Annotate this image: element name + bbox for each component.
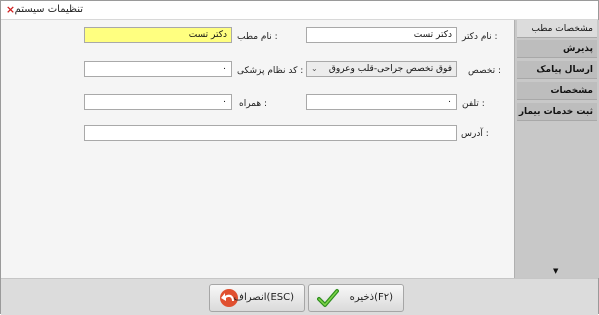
save-button[interactable]: ذخیره(F۲) <box>308 284 404 312</box>
checkmark-icon <box>317 289 339 307</box>
form-area: نام دکتر : دکتر تست نام مطب : دکتر تست ت… <box>1 20 514 278</box>
doctor-name-field[interactable]: دکتر تست <box>306 27 457 43</box>
phone-field[interactable]: ۰ <box>306 94 457 110</box>
specialty-select[interactable]: ⌄ فوق تخصص جراحی-قلب وعروق <box>306 61 457 77</box>
save-button-label: ذخیره(F۲) <box>349 292 393 303</box>
settings-sidebar: مشخصات مطب پذیرش ارسال پیامک مشخصات بیما… <box>514 20 599 278</box>
sidebar-item-reception[interactable]: پذیرش <box>517 40 597 58</box>
title-bar: × تنظیمات سیستم <box>1 1 598 20</box>
medical-code-field[interactable]: ۰ <box>84 61 232 77</box>
sidebar-item-clinic-info[interactable]: مشخصات مطب <box>517 20 597 38</box>
mobile-field[interactable]: ۰ <box>84 94 232 110</box>
chevron-down-icon: ⌄ <box>311 64 318 73</box>
specialty-value: فوق تخصص جراحی-قلب وعروق <box>328 64 452 74</box>
cancel-button-label: انصراف(ESC) <box>233 292 294 303</box>
scroll-down-icon[interactable]: ▼ <box>553 267 558 275</box>
cancel-button[interactable]: انصراف(ESC) <box>209 284 305 312</box>
clinic-name-label: نام مطب : <box>237 32 278 42</box>
medical-code-label: کد نظام پزشکی : <box>237 66 304 76</box>
doctor-name-label: نام دکتر : <box>462 32 498 42</box>
specialty-label: تخصص : <box>468 66 502 76</box>
sidebar-item-patient-info[interactable]: مشخصات بیماران <box>517 82 597 114</box>
settings-window: × تنظیمات سیستم نام دکتر : دکتر تست نام … <box>0 0 599 315</box>
sidebar-item-sms[interactable]: ارسال پیامک <box>517 61 597 79</box>
window-title: تنظیمات سیستم <box>14 4 83 15</box>
address-field[interactable] <box>84 125 457 141</box>
clinic-name-field[interactable]: دکتر تست <box>84 27 232 43</box>
mobile-label: همراه : <box>239 99 268 109</box>
sidebar-item-patient-services[interactable]: ثبت خدمات بیمار <box>517 103 597 121</box>
phone-label: تلفن : <box>462 99 485 109</box>
address-label: آدرس : <box>461 129 489 139</box>
